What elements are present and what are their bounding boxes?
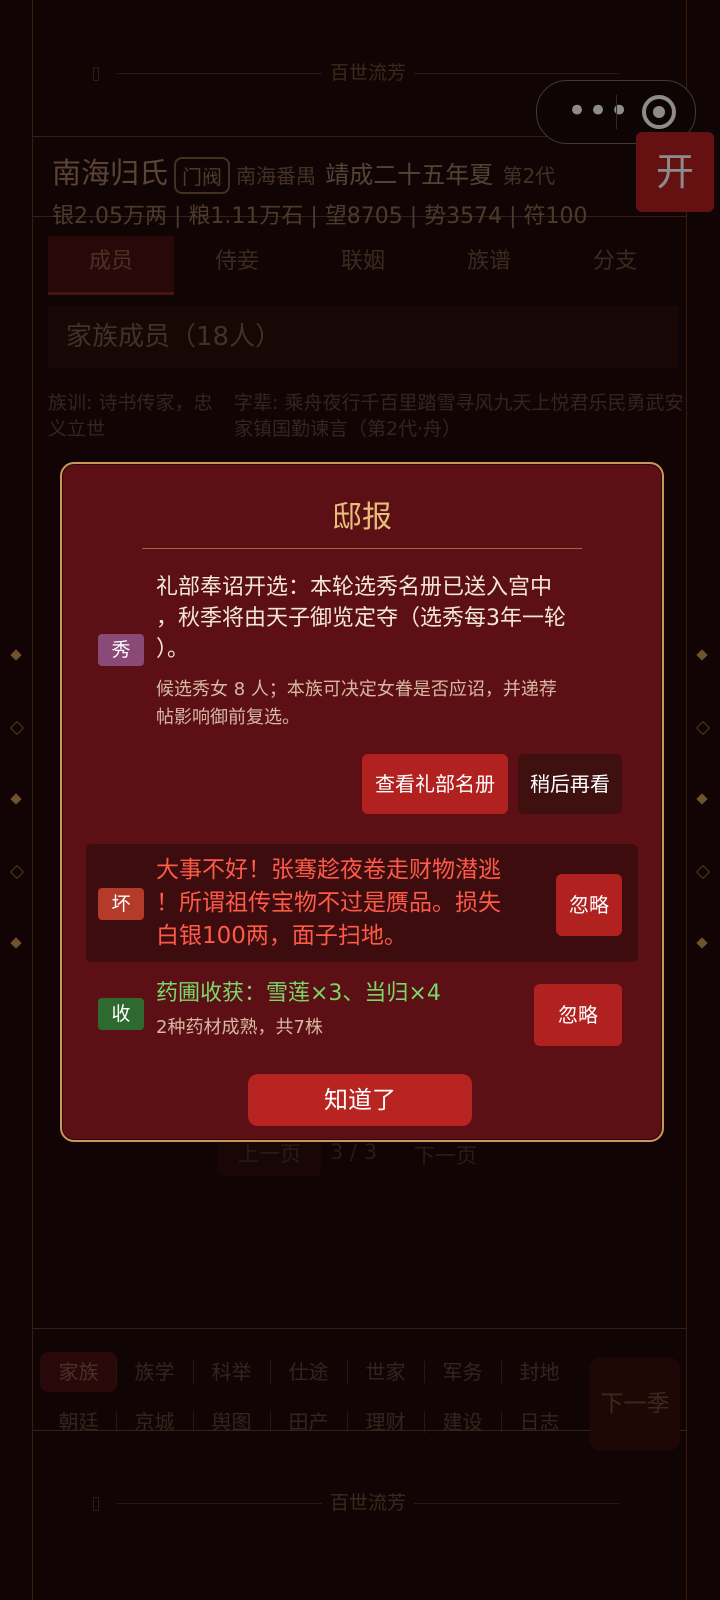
title-divider — [142, 548, 582, 549]
gazette-dialog: 邸报 秀 礼部奉诏开选：本轮选秀名册已送入宫中 ，秋季将由天子御览定夺（选秀每3… — [60, 462, 664, 1142]
event-text-line: ）。 — [156, 637, 190, 662]
dialog-title: 邸报 — [332, 500, 392, 535]
event-bad-text: 大事不好！张骞趁夜卷走财物潜逃 ！所谓祖传宝物不过是赝品。损失 白银100两，面… — [156, 854, 556, 953]
event-tag-huai: 坏 — [98, 888, 144, 920]
event-harvest-subtext: 2种药材成熟，共7株 — [156, 1017, 323, 1038]
view-register-button[interactable]: 查看礼部名册 — [362, 754, 508, 814]
event-selection-text: 礼部奉诏开选：本轮选秀名册已送入宫中 ，秋季将由天子御览定夺（选秀每3年一轮 ）… — [156, 572, 636, 665]
ignore-bad-event-button[interactable]: 忽略 — [556, 874, 622, 936]
event-text-line: 礼部奉诏开选：本轮选秀名册已送入宫中 — [156, 575, 553, 600]
event-text-line: ，秋季将由天子御览定夺（选秀每3年一轮 — [156, 606, 566, 631]
acknowledge-button[interactable]: 知道了 — [248, 1074, 472, 1126]
ignore-harvest-button[interactable]: 忽略 — [534, 984, 622, 1046]
event-text-line: 白银100两，面子扫地。 — [156, 923, 407, 949]
event-tag-shou: 收 — [98, 998, 144, 1030]
event-text-line: 大事不好！张骞趁夜卷走财物潜逃 — [156, 857, 501, 883]
event-sub-line: 帖影响御前复选。 — [156, 707, 300, 728]
event-tag-xiu: 秀 — [98, 634, 144, 666]
event-text-line: ！所谓祖传宝物不过是赝品。损失 — [156, 890, 501, 916]
later-button[interactable]: 稍后再看 — [518, 754, 622, 814]
event-selection-subtext: 候选秀女 8 人；本族可决定女眷是否应诏，并递荐 帖影响御前复选。 — [156, 676, 636, 732]
event-sub-line: 候选秀女 8 人；本族可决定女眷是否应诏，并递荐 — [156, 679, 557, 700]
event-harvest-text: 药圃收获：雪莲×3、当归×4 — [156, 981, 441, 1006]
